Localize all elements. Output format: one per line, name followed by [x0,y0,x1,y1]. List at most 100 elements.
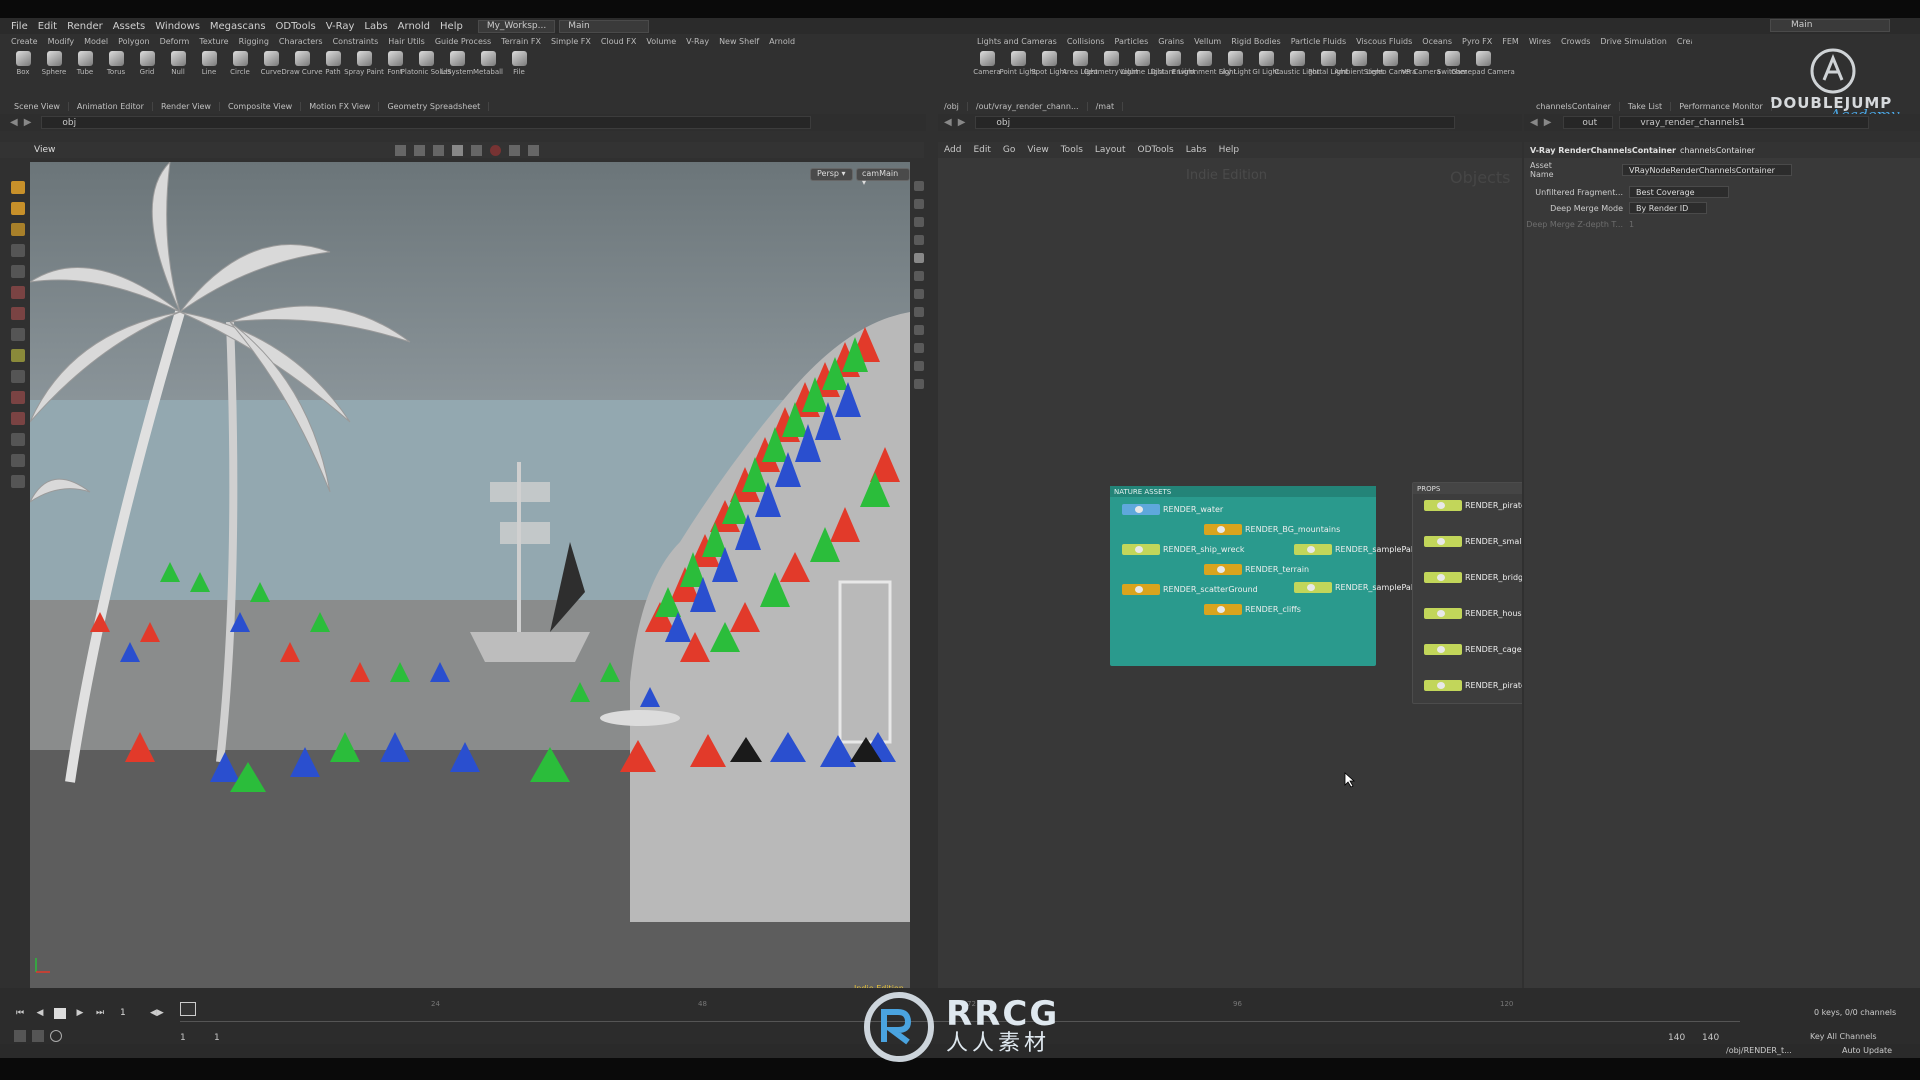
network-menu-odtools[interactable]: ODTools [1132,145,1180,155]
scene-viewport[interactable]: Persp ▾ camMain ▾ Indie Edition [30,162,910,1000]
loop-icon[interactable] [32,1030,44,1042]
jump-end-icon[interactable]: ⏭ [94,1008,106,1019]
range-start[interactable]: 1 [180,1033,186,1043]
shelf-tab-constraints[interactable]: Constraints [328,37,384,46]
shelf-tool-circle[interactable]: Circle [225,47,255,76]
persp-dropdown[interactable]: Persp ▾ [810,168,853,181]
network-menu-go[interactable]: Go [997,145,1021,155]
shelf-tool-platonic-solids[interactable]: Platonic Solids [401,47,451,76]
node-render-pirates[interactable]: RENDER_pirateS [1424,500,1522,511]
node-render-bridge[interactable]: RENDER_bridge [1424,572,1522,583]
network-menu-edit[interactable]: Edit [967,145,996,155]
shelf-tab-model[interactable]: Model [79,37,113,46]
magnet2-icon[interactable] [11,412,25,425]
menu-arnold[interactable]: Arnold [393,21,435,32]
menu-edit[interactable]: Edit [33,21,62,32]
pane-tab-render-view[interactable]: Render View [153,102,220,111]
pane-tab-channelscontainer[interactable]: channelsContainer [1528,102,1620,111]
shelf-tool-point-light[interactable]: Point Light [999,47,1037,76]
shelf-tool-null[interactable]: Null [163,47,193,76]
point-icon[interactable] [914,289,924,299]
swap-icon[interactable] [433,144,445,156]
playhead[interactable] [180,1002,196,1016]
pane-tab-animation-editor[interactable]: Animation Editor [69,102,153,111]
shelf-tab-new-shelf[interactable]: New Shelf [714,37,764,46]
workspace-selector[interactable]: My_Worksp... [477,19,556,33]
shelf-tool-line[interactable]: Line [194,47,224,76]
grid-icon[interactable] [11,370,25,383]
realtime-icon[interactable] [50,1030,62,1042]
pane-tab-geometry-spreadsheet[interactable]: Geometry Spreadsheet [379,102,490,111]
forward-arrow-icon[interactable]: ▶ [1544,117,1552,128]
shelf-tab-fem[interactable]: FEM [1497,37,1524,46]
node-render-water[interactable]: RENDER_water [1122,504,1223,515]
brush-icon[interactable] [11,349,25,362]
shelf-tool-metaball[interactable]: Metaball [473,47,503,76]
shelf-tab-rigging[interactable]: Rigging [234,37,274,46]
node-render-cliffs[interactable]: RENDER_cliffs [1204,604,1301,615]
step-icon[interactable]: ◀▶ [150,1008,164,1019]
paint-icon[interactable] [11,307,25,320]
menu-windows[interactable]: Windows [150,21,205,32]
snapshot-icon[interactable] [528,144,540,156]
pose-tool-icon[interactable] [11,202,25,215]
camera-dropdown[interactable]: camMain ▾ [856,168,910,187]
node-render-scatterground[interactable]: RENDER_scatterGround [1122,584,1258,595]
node-render-terrain[interactable]: RENDER_terrain [1204,564,1309,575]
shelf-tab-particles[interactable]: Particles [1110,37,1154,46]
node-render-pirate[interactable]: RENDER_pirate_ [1424,680,1522,691]
deep-z-value[interactable]: 1 [1629,220,1634,229]
shelf-tab-collisions[interactable]: Collisions [1062,37,1110,46]
range-start-2[interactable]: 1 [214,1033,220,1043]
node-render-smallb[interactable]: RENDER_smallB [1424,536,1522,547]
back-arrow-icon[interactable]: ◀ [944,117,952,128]
shelf-tab-lights-and-cameras[interactable]: Lights and Cameras [972,37,1062,46]
handle-tool-icon[interactable] [11,223,25,236]
audio-icon[interactable] [14,1030,26,1042]
lock-view-icon[interactable] [914,217,924,227]
pane-tab-performance-monitor[interactable]: Performance Monitor [1671,102,1772,111]
pane-tab-composite-view[interactable]: Composite View [220,102,302,111]
network-menu-layout[interactable]: Layout [1089,145,1132,155]
pane-tab-mat[interactable]: /mat [1088,102,1124,111]
center-path-field[interactable]: obj [975,116,1456,129]
network-menu-view[interactable]: View [1021,145,1054,155]
shelf-tool-torus[interactable]: Torus [101,47,131,76]
light-view-icon[interactable] [914,235,924,245]
network-editor[interactable]: Add Edit Go View Tools Layout ODTools La… [938,142,1522,1058]
shelf-tool-draw-curve[interactable]: Draw Curve [281,47,323,76]
deep-merge-dropdown[interactable]: By Render ID [1629,202,1707,214]
key-all-channels-button[interactable]: Key All Channels [1790,1032,1908,1044]
shelf-tab-volume[interactable]: Volume [641,37,681,46]
shelf-tool-sphere[interactable]: Sphere [39,47,69,76]
shelf-tool-grid[interactable]: Grid [132,47,162,76]
shelf-tab-drive-simulation[interactable]: Drive Simulation [1595,37,1671,46]
shelf-tab-v-ray[interactable]: V-Ray [681,37,714,46]
shelf-tab-hair-utils[interactable]: Hair Utils [383,37,430,46]
network-menu-labs[interactable]: Labs [1180,145,1213,155]
menu-labs[interactable]: Labs [359,21,392,32]
light-icon[interactable] [11,433,25,446]
menu-file[interactable]: File [6,21,33,32]
shelf-tab-oceans[interactable]: Oceans [1417,37,1457,46]
menu-assets[interactable]: Assets [108,21,151,32]
menu-odtools[interactable]: ODTools [271,21,321,32]
network-menu-help[interactable]: Help [1213,145,1246,155]
shelf-tab-texture[interactable]: Texture [194,37,233,46]
shelf-tab-characters[interactable]: Characters [274,37,328,46]
shelf-tab-vellum[interactable]: Vellum [1189,37,1226,46]
pane-tab-take-list[interactable]: Take List [1620,102,1672,111]
display-options-icon[interactable] [914,181,924,191]
display-icon[interactable] [452,144,464,156]
shelf-tab-crowds[interactable]: Crowds [1556,37,1595,46]
snap-icon[interactable] [414,144,426,156]
shelf-tool-camera[interactable]: Camera [972,47,1002,76]
shelf-tab-grains[interactable]: Grains [1153,37,1189,46]
shelf-tab-rigid-bodies[interactable]: Rigid Bodies [1226,37,1285,46]
shelf-tab-create[interactable]: Create [1672,37,1692,46]
shelf-tab-terrain-fx[interactable]: Terrain FX [496,37,546,46]
shelf-tab-polygon[interactable]: Polygon [113,37,154,46]
stop-icon[interactable] [54,1008,66,1019]
menu-vray[interactable]: V-Ray [321,21,360,32]
shelf-tool-spray-paint[interactable]: Spray Paint [344,47,384,76]
